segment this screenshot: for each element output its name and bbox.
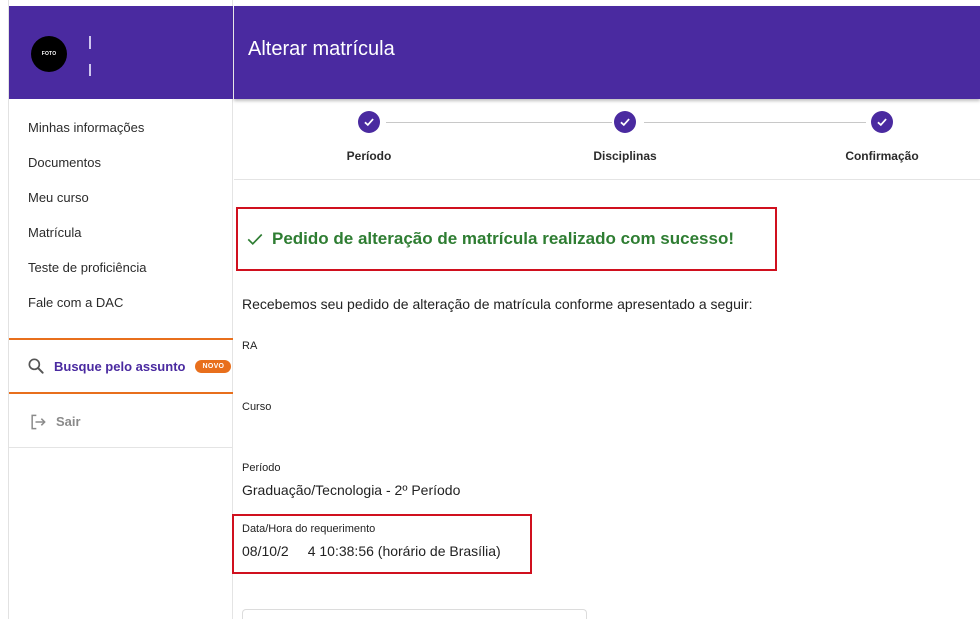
window-edge [0, 0, 9, 619]
field-value-data-hora: 08/10/2 4 10:38:56 (horário de Brasília) [242, 543, 501, 559]
sidebar-item-documentos[interactable]: Documentos [9, 145, 233, 180]
page-title: Alterar matrícula [248, 38, 395, 60]
profile-name-placeholder [89, 36, 91, 49]
search-subject-button[interactable]: Busque pelo assunto NOVO [9, 338, 233, 394]
step-disciplinas-check-icon [614, 111, 636, 133]
date-value-start: 08/10/2 [242, 543, 289, 559]
logout-button[interactable]: Sair [9, 396, 233, 448]
field-value-periodo: Graduação/Tecnologia - 2º Período [242, 482, 461, 498]
logout-icon [31, 414, 46, 429]
sidebar-item-matricula[interactable]: Matrícula [9, 215, 233, 250]
check-icon [247, 233, 263, 246]
search-label: Busque pelo assunto [54, 358, 186, 374]
intro-text: Recebemos seu pedido de alteração de mat… [242, 296, 753, 312]
sidebar-item-meu-curso[interactable]: Meu curso [9, 180, 233, 215]
new-badge: NOVO [195, 359, 232, 373]
step-connector [644, 122, 866, 123]
summary-card [242, 609, 587, 619]
sidebar: FOTO Minhas informações Documentos Meu c… [9, 0, 233, 619]
date-value-end: 4 10:38:56 (horário de Brasília) [307, 543, 501, 559]
profile-header: FOTO [9, 6, 233, 99]
avatar[interactable]: FOTO [31, 36, 67, 72]
success-message-box: Pedido de alteração de matrícula realiza… [236, 207, 777, 271]
step-label-periodo: Período [346, 149, 392, 163]
search-icon [28, 358, 44, 374]
step-periodo-check-icon [358, 111, 380, 133]
field-label-data-hora: Data/Hora do requerimento [242, 523, 376, 535]
field-label-curso: Curso [242, 401, 272, 413]
success-message: Pedido de alteração de matrícula realiza… [272, 229, 735, 248]
step-connector [386, 122, 612, 123]
sidebar-nav: Minhas informações Documentos Meu curso … [9, 110, 233, 320]
step-confirmacao-check-icon [871, 111, 893, 133]
field-label-ra: RA [242, 340, 258, 352]
step-label-disciplinas: Disciplinas [593, 149, 657, 163]
sidebar-item-teste-proficiencia[interactable]: Teste de proficiência [9, 250, 233, 285]
logout-label: Sair [56, 414, 81, 429]
profile-subtitle-placeholder [89, 64, 91, 76]
sidebar-item-minhas-informacoes[interactable]: Minhas informações [9, 110, 233, 145]
page-header: Alterar matrícula [234, 6, 980, 99]
step-label-confirmacao: Confirmação [845, 149, 919, 163]
field-label-periodo: Período [242, 462, 281, 474]
sidebar-item-fale-com-dac[interactable]: Fale com a DAC [9, 285, 233, 320]
stepper: Período Disciplinas Confirmação [234, 100, 980, 180]
